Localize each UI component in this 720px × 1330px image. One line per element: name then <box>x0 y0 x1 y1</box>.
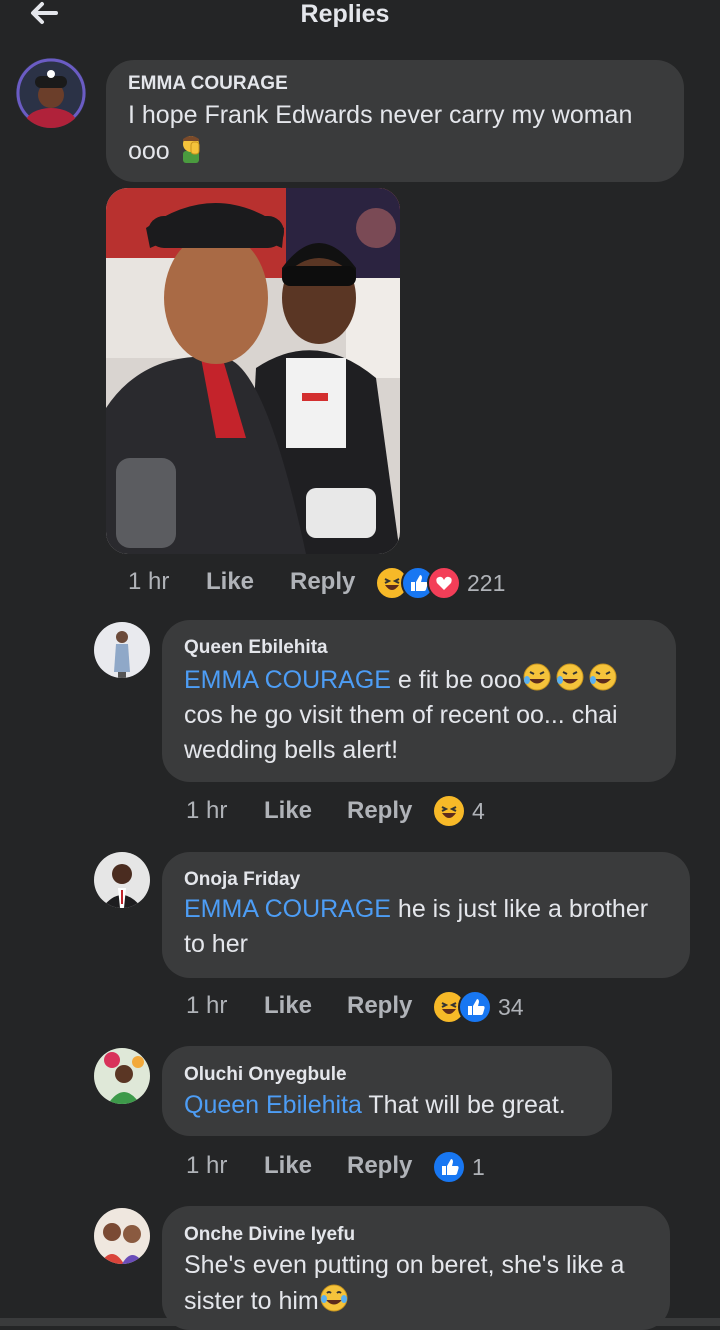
comment-author[interactable]: Oluchi Onyegbule <box>184 1064 347 1086</box>
avatar[interactable] <box>94 1208 150 1264</box>
reply-button[interactable]: Reply <box>347 992 412 1020</box>
avatar[interactable] <box>16 58 86 128</box>
comment-text: EMMA COURAGE he is just like a brother t… <box>184 892 684 962</box>
like-button[interactable]: Like <box>264 1152 312 1180</box>
photo-attachment[interactable] <box>106 188 400 554</box>
mention-link[interactable]: EMMA COURAGE <box>184 666 391 694</box>
reaction-summary[interactable]: 1 <box>432 1150 485 1184</box>
rolling-laughing-emoji-icon <box>523 663 617 691</box>
reaction-count: 1 <box>472 1153 485 1180</box>
avatar[interactable] <box>94 622 150 678</box>
tears-of-joy-emoji-icon <box>320 1284 348 1312</box>
comment-time: 1 hr <box>128 568 170 595</box>
comment-text-line: to her <box>184 930 248 958</box>
like-reaction-icon <box>432 1150 466 1184</box>
comment-time: 1 hr <box>186 992 228 1019</box>
reaction-summary[interactable]: 221 <box>375 566 505 600</box>
reaction-count: 34 <box>498 993 524 1020</box>
mention-link[interactable]: EMMA COURAGE <box>184 895 391 923</box>
comment-text-line: cos he go visit them of recent oo... cha… <box>184 701 618 729</box>
comment-author[interactable]: Onoja Friday <box>184 869 300 891</box>
comment-text-line: e fit be ooo <box>390 666 522 694</box>
reaction-summary[interactable]: 4 <box>432 794 485 828</box>
avatar[interactable] <box>94 852 150 908</box>
reaction-summary[interactable]: 34 <box>432 990 524 1024</box>
mention-link[interactable]: Queen Ebilehita <box>184 1091 362 1119</box>
page-title: Replies <box>300 0 390 28</box>
comment-author[interactable]: Onche Divine Iyefu <box>184 1224 355 1246</box>
comment-bubble[interactable]: Oluchi Onyegbule Queen Ebilehita That wi… <box>162 1046 612 1136</box>
comment-text-line: wedding bells alert! <box>184 736 399 764</box>
comment-text-line: That will be great. <box>361 1091 566 1119</box>
man-facepalming-emoji-icon <box>182 136 200 163</box>
comment-text: Queen Ebilehita That will be great. <box>184 1088 604 1123</box>
reply-button[interactable]: Reply <box>290 568 355 596</box>
comment-time: 1 hr <box>186 1152 228 1179</box>
comment-text: I hope Frank Edwards never carry my woma… <box>128 98 673 169</box>
comment-text: She's even putting on beret, she's like … <box>184 1248 664 1319</box>
comment-time: 1 hr <box>186 797 228 824</box>
like-button[interactable]: Like <box>264 992 312 1020</box>
comment-author[interactable]: EMMA COURAGE <box>128 73 288 95</box>
reply-button[interactable]: Reply <box>347 1152 412 1180</box>
like-button[interactable]: Like <box>206 568 254 596</box>
comment-bubble[interactable]: Queen Ebilehita EMMA COURAGE e fit be oo… <box>162 620 676 782</box>
comment-bubble[interactable]: Onche Divine Iyefu She's even putting on… <box>162 1206 670 1330</box>
like-reaction-icon <box>458 990 492 1024</box>
comment-bubble[interactable]: EMMA COURAGE I hope Frank Edwards never … <box>106 60 684 182</box>
reaction-count: 221 <box>467 569 506 596</box>
comment-text-line: he is just like a brother <box>390 895 649 923</box>
comment-text-line: She's even putting on beret, she's like … <box>184 1251 625 1279</box>
reaction-count: 4 <box>472 797 485 824</box>
header-bar: Replies <box>0 0 720 40</box>
comment-text: EMMA COURAGE e fit be ooo cos he go visi… <box>184 662 669 768</box>
haha-reaction-icon <box>432 794 466 828</box>
comment-text-line: sister to him <box>184 1287 319 1315</box>
reply-button[interactable]: Reply <box>347 797 412 825</box>
bottom-divider <box>0 1318 720 1326</box>
comment-author[interactable]: Queen Ebilehita <box>184 637 328 659</box>
avatar[interactable] <box>94 1048 150 1104</box>
like-button[interactable]: Like <box>264 797 312 825</box>
comment-bubble[interactable]: Onoja Friday EMMA COURAGE he is just lik… <box>162 852 690 978</box>
love-reaction-icon <box>427 566 461 600</box>
